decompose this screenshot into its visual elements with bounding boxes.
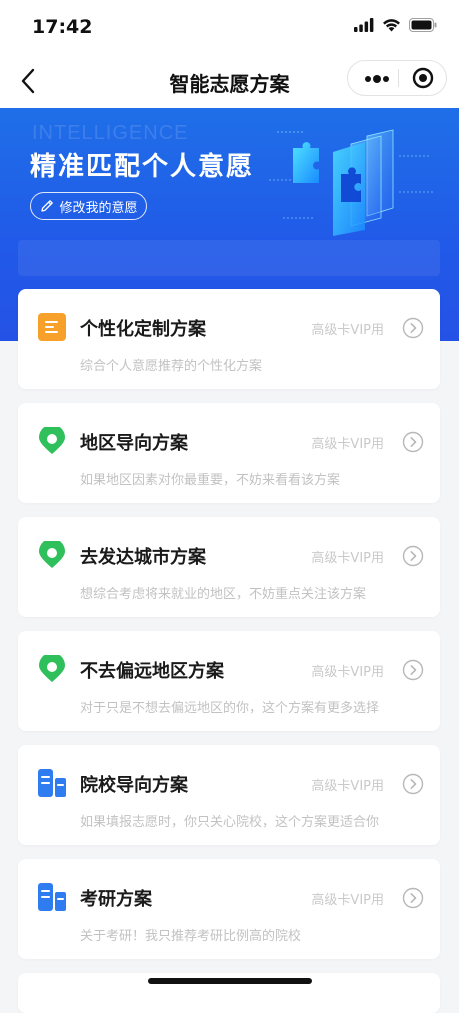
signal-icon — [354, 18, 374, 32]
home-indicator[interactable] — [148, 978, 312, 984]
vip-badge: 高级卡VIP用 — [311, 551, 384, 566]
location-pin-icon — [39, 541, 65, 568]
status-icons — [354, 18, 437, 32]
location-pin-icon — [39, 655, 65, 682]
plan-card-region[interactable]: 地区导向方案 高级卡VIP用 如果地区因素对你最重要，不妨来看看该方案 — [18, 403, 440, 503]
status-bar: 17:42 — [0, 0, 459, 56]
card-description: 综合个人意愿推荐的个性化方案 — [80, 359, 263, 374]
card-description: 想综合考虑将来就业的地区，不妨重点关注该方案 — [80, 587, 367, 602]
card-description: 关于考研！我只推荐考研比例高的院校 — [80, 929, 302, 944]
target-close-icon — [412, 67, 434, 89]
card-description: 对于只是不想去偏远地区的你，这个方案有更多选择 — [80, 701, 380, 716]
vip-badge: 高级卡VIP用 — [311, 437, 384, 452]
chevron-right-circle-icon — [402, 317, 424, 339]
chevron-right-circle-icon — [402, 887, 424, 909]
card-title: 个性化定制方案 — [80, 319, 206, 340]
plan-card-no-remote[interactable]: 不去偏远地区方案 高级卡VIP用 对于只是不想去偏远地区的你，这个方案有更多选择 — [18, 631, 440, 731]
banner-watermark: INTELLIGENCE — [32, 122, 189, 144]
school-icon — [38, 769, 66, 797]
school-icon — [38, 883, 66, 911]
card-title: 去发达城市方案 — [80, 547, 206, 568]
status-time: 17:42 — [32, 16, 93, 38]
vip-badge: 高级卡VIP用 — [311, 779, 384, 794]
capsule-divider — [398, 69, 399, 87]
wifi-icon — [383, 19, 400, 32]
mini-program-capsule — [347, 60, 447, 96]
card-title: 不去偏远地区方案 — [80, 661, 224, 682]
document-icon — [38, 313, 66, 341]
pencil-icon — [41, 200, 54, 212]
plan-card-developed-city[interactable]: 去发达城市方案 高级卡VIP用 想综合考虑将来就业的地区，不妨重点关注该方案 — [18, 517, 440, 617]
card-title: 考研方案 — [80, 889, 152, 910]
plan-card-graduate-exam[interactable]: 考研方案 高级卡VIP用 关于考研！我只推荐考研比例高的院校 — [18, 859, 440, 959]
vip-badge: 高级卡VIP用 — [311, 665, 384, 680]
chevron-right-circle-icon — [402, 545, 424, 567]
more-dots-icon — [365, 75, 389, 83]
chevron-right-circle-icon — [402, 659, 424, 681]
location-pin-icon — [39, 427, 65, 454]
card-title: 地区导向方案 — [80, 433, 188, 454]
card-title: 院校导向方案 — [80, 775, 188, 796]
chevron-right-circle-icon — [402, 431, 424, 453]
modify-preference-label: 修改我的意愿 — [59, 200, 138, 216]
banner-title: 精准匹配个人意愿 — [30, 152, 255, 182]
card-description: 如果填报志愿时，你只关心院校，这个方案更适合你 — [80, 815, 380, 830]
puzzle-illustration-icon — [269, 129, 434, 236]
nav-bar: 智能志愿方案 — [0, 56, 459, 108]
vip-badge: 高级卡VIP用 — [311, 893, 384, 908]
battery-icon — [409, 18, 437, 32]
more-button[interactable] — [362, 71, 392, 85]
vip-badge: 高级卡VIP用 — [311, 323, 384, 338]
modify-preference-button[interactable]: 修改我的意愿 — [30, 192, 147, 220]
card-description: 如果地区因素对你最重要，不妨来看看该方案 — [80, 473, 341, 488]
plan-card-school[interactable]: 院校导向方案 高级卡VIP用 如果填报志愿时，你只关心院校，这个方案更适合你 — [18, 745, 440, 845]
chevron-right-circle-icon — [402, 773, 424, 795]
plan-card-personalized[interactable]: 个性化定制方案 高级卡VIP用 综合个人意愿推荐的个性化方案 — [18, 289, 440, 389]
close-mini-program-button[interactable] — [412, 67, 434, 89]
banner-strip — [18, 240, 440, 276]
